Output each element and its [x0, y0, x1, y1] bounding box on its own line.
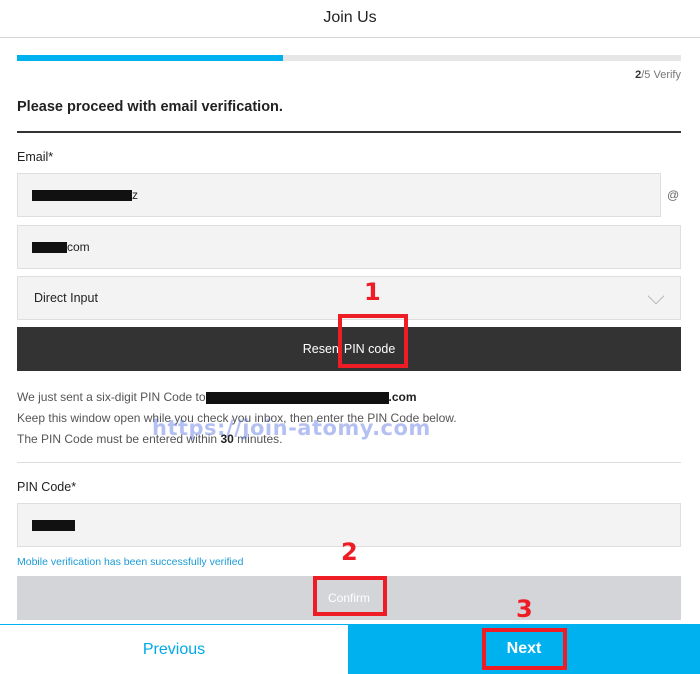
- email-local-input[interactable]: z: [17, 173, 661, 217]
- email-local-suffix: z: [132, 188, 138, 202]
- step-total: /5 Verify: [641, 69, 681, 81]
- annotation-number-3: 3: [516, 595, 533, 623]
- progress-bar-fill: [17, 55, 283, 61]
- email-label: Email*: [17, 150, 54, 164]
- resend-label-left: Resen: [302, 342, 339, 356]
- verification-success-message: Mobile verification has been successfull…: [17, 556, 244, 568]
- section-title: Please proceed with email verification.: [17, 99, 283, 115]
- chevron-down-icon: [647, 287, 665, 305]
- previous-button[interactable]: Previous: [0, 624, 348, 674]
- annotation-box-1: [338, 314, 408, 368]
- redacted-email: [205, 391, 389, 404]
- at-symbol: @: [667, 188, 680, 202]
- header: Join Us: [0, 0, 700, 38]
- step-indicator: 2/5 Verify: [635, 69, 681, 81]
- annotation-number-1: 1: [364, 278, 381, 306]
- redacted-text: [32, 189, 132, 201]
- annotation-box-3: [482, 628, 567, 670]
- domain-select-value: Direct Input: [34, 291, 98, 305]
- info-line-1-suffix: .com: [388, 390, 417, 404]
- redacted-pin: [32, 519, 75, 531]
- redacted-text: [32, 241, 67, 253]
- section-divider: [17, 131, 681, 133]
- info-line-1: We just sent a six-digit PIN Code to .com: [17, 387, 457, 408]
- annotation-box-2: [313, 576, 387, 616]
- page-title: Join Us: [323, 9, 377, 26]
- pin-label: PIN Code*: [17, 480, 77, 494]
- footer-nav: Previous Next: [0, 624, 700, 674]
- email-domain-input[interactable]: com: [17, 225, 681, 269]
- email-domain-suffix: com: [67, 240, 90, 254]
- divider: [17, 462, 681, 463]
- annotation-number-2: 2: [341, 538, 358, 566]
- progress-bar: [17, 55, 681, 61]
- info-line-1-prefix: We just sent a six-digit PIN Code to: [17, 390, 206, 404]
- watermark: https://join-atomy.com: [152, 416, 431, 440]
